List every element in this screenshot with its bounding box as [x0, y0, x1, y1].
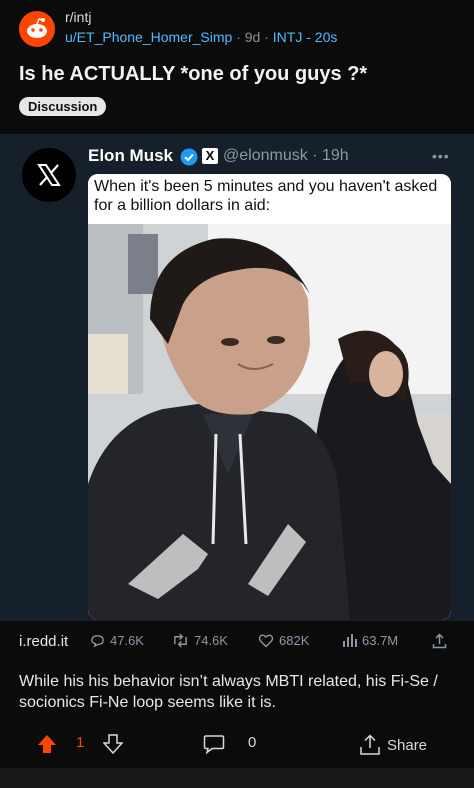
vote-count: 1 [76, 734, 85, 751]
heart-icon [258, 634, 274, 648]
tweet-time: 19h [321, 147, 349, 164]
like-count: 682K [279, 633, 310, 648]
repost-stat: 74.6K [172, 633, 228, 648]
downvote-arrow-icon [103, 734, 123, 754]
share-button[interactable]: Share [359, 734, 427, 756]
share-icon [360, 734, 380, 755]
comment-count: 0 [248, 734, 257, 751]
upvote-arrow-icon [38, 735, 56, 753]
post-title[interactable]: Is he ACTUALLY *one of you guys ?* [19, 63, 367, 86]
tweet-handle-time: @elonmusk · 19h [223, 147, 349, 164]
post-header: r/intj u/ET_Phone_Homer_Simp · 9d · INTJ… [0, 0, 474, 64]
post-meta: u/ET_Phone_Homer_Simp · 9d · INTJ - 20s [65, 29, 338, 45]
reddit-snoo-icon[interactable] [19, 11, 55, 47]
reply-icon [91, 635, 104, 648]
username[interactable]: u/ET_Phone_Homer_Simp [65, 29, 232, 45]
comments-button[interactable] [203, 734, 225, 754]
reply-count: 47.6K [110, 633, 144, 648]
tweet-handle: @elonmusk [223, 147, 308, 164]
views-chart-icon [343, 634, 357, 647]
link-domain[interactable]: i.redd.it [19, 633, 68, 650]
post-age: 9d [244, 29, 261, 45]
upvote-button[interactable] [37, 734, 57, 754]
downvote-button[interactable] [103, 734, 123, 754]
meme-caption: When it's been 5 minutes and you haven't… [88, 174, 451, 222]
post-body-text: While his his behavior isn’t always MBTI… [19, 673, 438, 711]
user-flair: INTJ - 20s [272, 29, 338, 45]
views-count: 63.7M [362, 633, 399, 648]
repost-icon [174, 633, 187, 648]
x-logo-icon [22, 148, 76, 202]
reply-stat: 47.6K [90, 633, 144, 648]
comment-bubble-icon [203, 735, 225, 754]
post-flair-badge[interactable]: Discussion [19, 97, 107, 116]
share-tweet-icon[interactable] [432, 633, 447, 649]
repost-count: 74.6K [194, 633, 228, 648]
x-affiliate-badge-icon: X [202, 148, 218, 164]
post-actions-bar: 1 0 Share [0, 724, 474, 764]
subreddit-name[interactable]: r/intj [65, 9, 91, 25]
meme-photo [88, 224, 451, 620]
views-stat: 63.7M [342, 633, 398, 648]
like-stat: 682K [258, 633, 309, 648]
more-options-icon[interactable]: ••• [432, 148, 450, 164]
verified-badge-icon [180, 148, 198, 166]
tweet-stats-bar: i.redd.it 47.6K 74.6K 682K 63.7M [0, 621, 474, 661]
share-label: Share [387, 736, 428, 754]
next-item-divider [0, 768, 474, 788]
meme-image: When it's been 5 minutes and you haven't… [88, 174, 451, 620]
tweet-author-name: Elon Musk [88, 146, 174, 165]
tweet-card[interactable]: Elon Musk X @elonmusk · 19h ••• When it'… [0, 134, 474, 621]
